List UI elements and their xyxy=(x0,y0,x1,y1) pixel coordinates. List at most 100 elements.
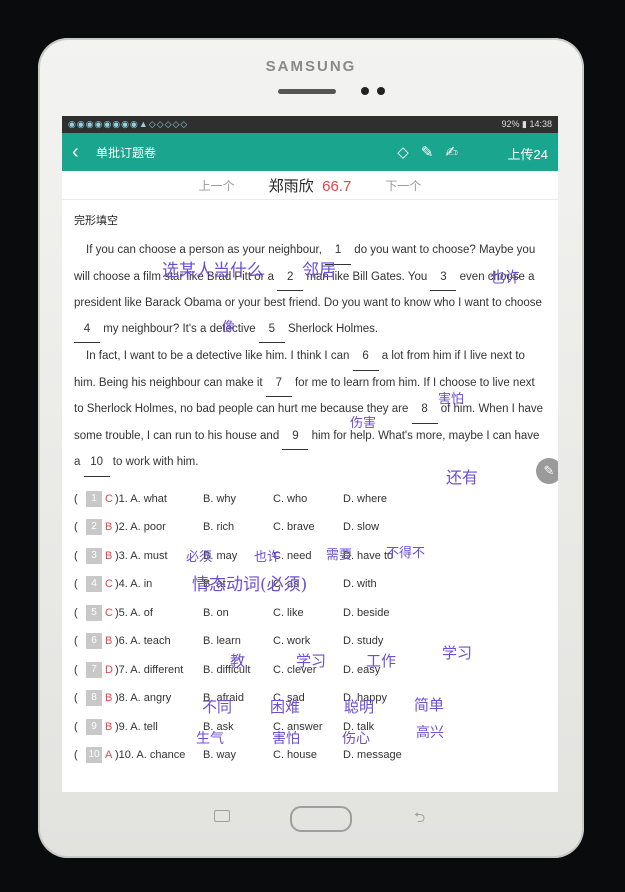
option-a: )3. A. must xyxy=(115,549,168,562)
notification-icons: ◉◉◉◉◉◉◉◉▲◇◇◇◇◇ xyxy=(68,119,189,129)
answer-key: C xyxy=(105,606,113,619)
question-row: (8 B)8. A. angry B. afraid C. sad D. happy xyxy=(74,690,388,707)
option-a: )5. A. of xyxy=(115,606,153,619)
option-d: D. with xyxy=(343,578,377,591)
brand-logo: SAMSUNG xyxy=(265,58,357,75)
option-c: C. house xyxy=(273,749,318,762)
blank-3: 3 xyxy=(430,265,457,291)
passage-paragraph-1: If you can choose a person as your neigh… xyxy=(74,238,546,343)
option-b: B. afraid xyxy=(203,692,244,705)
option-b: B. difficult xyxy=(203,663,251,676)
question-list: (1 C)1. A. what B. why C. who D. where (2 B)2… xyxy=(74,485,546,770)
page-title: 单批订题卷 xyxy=(96,145,157,160)
option-c: C. brave xyxy=(273,521,315,534)
question-row: (4 C)4. A. in B. at C. as D. with xyxy=(74,576,377,593)
option-a: )8. A. angry xyxy=(115,692,172,705)
answer-key: B xyxy=(105,720,113,733)
option-a: )2. A. poor xyxy=(115,521,166,534)
student-navigation: 上一个 郑雨欣 66.7 下一个 xyxy=(62,171,558,200)
passage-text: In fact, I want to be a detective like h… xyxy=(86,350,353,362)
status-bar: ◉◉◉◉◉◉◉◉▲◇◇◇◇◇ 92% ▮ 14:38 xyxy=(62,116,558,133)
blank-7: 7 xyxy=(265,371,292,397)
passage-paragraph-2: In fact, I want to be a detective like h… xyxy=(74,344,546,477)
option-b: B. at xyxy=(203,578,226,591)
passage-text: man like Bill Gates. You xyxy=(303,270,431,283)
next-student-button[interactable]: 下一个 xyxy=(385,177,421,194)
question-number: 4 xyxy=(86,576,102,593)
student-name: 郑雨欣 xyxy=(268,177,314,195)
answer-key: B xyxy=(105,521,113,534)
option-d: D. slow xyxy=(343,521,380,534)
upload-button[interactable]: 上传24 xyxy=(508,144,548,163)
question-number: 1 xyxy=(86,490,102,507)
question-row: (1 C)1. A. what B. why C. who D. where xyxy=(74,490,388,507)
blank-6: 6 xyxy=(352,344,379,371)
answer-key: B xyxy=(105,549,113,562)
option-c: C. like xyxy=(273,606,304,619)
answer-key: C xyxy=(105,492,113,505)
floating-pencil-button[interactable]: ✎ xyxy=(536,458,558,484)
question-row: (9 B)9. A. tell B. ask C. answer D. talk xyxy=(74,718,375,735)
front-camera xyxy=(361,87,369,95)
battery-clock: 92% ▮ 14:38 xyxy=(501,119,553,129)
prev-student-button[interactable]: 上一个 xyxy=(199,177,235,194)
option-d: D. message xyxy=(343,749,402,762)
question-row: (10 A)10. A. chance B. way C. house D. messa… xyxy=(74,747,402,764)
option-d: D. talk xyxy=(343,720,375,733)
answer-key: A xyxy=(105,749,113,762)
blank-5: 5 xyxy=(258,317,285,343)
question-row: (5 C)5. A. of B. on C. like D. beside xyxy=(74,604,390,621)
option-a: )4. A. in xyxy=(115,578,153,591)
earpiece-speaker xyxy=(278,89,336,94)
tablet-bezel: SAMSUNG ◉◉◉◉◉◉◉◉▲◇◇◇◇◇ 92% ▮ 14:38 ‹ 单批订… xyxy=(38,38,584,858)
annotation-tools: ◇ ✎ ✍ xyxy=(397,143,458,161)
option-b: B. rich xyxy=(203,521,235,534)
eraser-icon[interactable]: ◇ xyxy=(397,143,409,161)
option-b: B. why xyxy=(203,492,237,505)
option-a: )9. A. tell xyxy=(115,720,158,733)
option-c: C. need xyxy=(273,549,312,562)
blank-8: 8 xyxy=(411,397,438,424)
question-row: (7 D)7. A. different B. difficult C. clever… xyxy=(74,661,381,678)
back-arrow-icon[interactable]: ‹ xyxy=(72,141,94,164)
exam-content: 完形填空 If you can choose a person as your … xyxy=(62,200,558,770)
passage-text: Sherlock Holmes. xyxy=(284,322,379,335)
option-d: D. have to xyxy=(343,549,394,562)
section-title: 完形填空 xyxy=(74,215,118,227)
question-row: (6 B)6. A. teach B. learn C. work D. study xyxy=(74,633,384,650)
handwriting-icon[interactable]: ✍ xyxy=(445,143,458,161)
option-a: )7. A. different xyxy=(115,663,184,676)
pen-icon[interactable]: ✎ xyxy=(421,143,434,161)
recent-apps-key-icon[interactable] xyxy=(214,810,230,822)
home-button[interactable] xyxy=(290,806,352,832)
option-d: D. beside xyxy=(343,606,390,619)
option-c: C. work xyxy=(273,635,311,648)
option-c: C. clever xyxy=(273,663,317,676)
app-bar: ‹ 单批订题卷 ◇ ✎ ✍ 上传24 xyxy=(62,133,558,171)
option-b: B. on xyxy=(203,606,229,619)
student-info: 郑雨欣 66.7 xyxy=(269,175,352,196)
option-c: C. as xyxy=(273,578,299,591)
option-b: B. way xyxy=(203,749,237,762)
passage-text: to work with him. xyxy=(109,456,199,468)
question-number: 9 xyxy=(86,718,102,735)
passage-text: my neighbour? It's a detective xyxy=(100,322,259,335)
student-score: 66.7 xyxy=(322,177,352,195)
blank-9: 9 xyxy=(282,424,309,450)
back-key-icon[interactable]: ⮌ xyxy=(414,807,425,831)
option-d: D. easy xyxy=(343,663,381,676)
question-number: 8 xyxy=(86,690,102,707)
question-row: (2 B)2. A. poor B. rich C. brave D. slow xyxy=(74,519,380,536)
blank-4: 4 xyxy=(74,317,100,343)
passage-text: If you can choose a person as your neigh… xyxy=(86,244,326,256)
option-c: C. who xyxy=(273,492,308,505)
blank-1: 1 xyxy=(325,238,352,265)
option-d: D. happy xyxy=(343,692,388,705)
blank-2: 2 xyxy=(277,265,304,291)
question-number: 10 xyxy=(86,747,102,764)
question-number: 7 xyxy=(86,661,102,678)
option-a: )6. A. teach xyxy=(115,635,171,648)
option-d: D. study xyxy=(343,635,384,648)
light-sensor xyxy=(377,87,385,95)
answer-key: B xyxy=(105,692,113,705)
